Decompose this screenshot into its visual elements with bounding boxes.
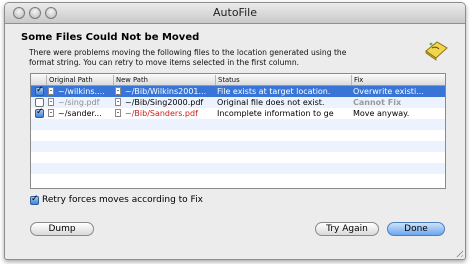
column-header-status[interactable]: Status [215,75,351,85]
resize-grip-icon[interactable] [454,248,463,257]
document-icon [48,87,54,95]
document-icon [115,87,121,95]
new-path-cell: ~/Bib/Sanders.pdf [113,108,215,119]
retry-forces-checkbox[interactable] [30,194,39,205]
table-row[interactable]: ~/sing.pdf ~/Bib/Sing2000.pdf Original f… [31,97,445,108]
dialog-heading: Some Files Could Not be Moved [21,32,200,43]
table-row[interactable]: ~/sander... ~/Bib/Sanders.pdf Incomplete… [31,107,445,119]
original-path-cell: ~/sing.pdf [46,97,113,108]
new-path-cell: ~/Bib/Wilkins2001... [113,86,215,97]
status-cell: Incomplete information to ge [217,109,334,118]
column-header-original-path[interactable]: Original Path [46,75,113,85]
dump-button[interactable]: Dump [30,222,94,236]
table-header: Original Path New Path Status Fix [31,74,445,86]
document-icon [48,109,54,117]
column-header-new-path[interactable]: New Path [113,75,215,85]
row-retry-checkbox[interactable] [35,107,44,118]
fix-cell: Cannot Fix [353,98,402,107]
title-bar: AutoFile [5,3,465,24]
dialog-description-line2: format string. You can retry to move ite… [29,58,300,67]
row-retry-checkbox[interactable] [35,98,44,107]
autofile-window: AutoFile Some Files Could Not be Moved T… [4,2,466,260]
empty-table-row [31,174,445,185]
autofile-app-icon [425,41,448,61]
new-path-cell: ~/Bib/Sing2000.pdf [113,97,215,108]
status-cell: Original file does not exist. [217,98,325,107]
files-table[interactable]: Original Path New Path Status Fix ~/wilk… [30,73,446,189]
empty-table-row [31,163,445,174]
column-header-fix[interactable]: Fix [351,75,445,85]
dialog-description-line1: There were problems moving the following… [29,48,347,57]
status-cell: File exists at target location. [217,87,331,96]
table-row[interactable]: ~/wilkins.... ~/Bib/Wilkins2001... File … [31,85,445,97]
window-title: AutoFile [213,6,257,19]
document-icon [115,98,121,106]
retry-forces-label[interactable]: Retry forces moves according to Fix [42,195,203,205]
empty-table-row [31,152,445,163]
empty-table-row [31,119,445,130]
original-path-cell: ~/wilkins.... [46,86,113,97]
try-again-button[interactable]: Try Again [315,222,379,236]
fix-cell[interactable]: Move anyway. [351,108,445,119]
fix-cell[interactable]: Overwrite existi... [351,86,445,97]
document-icon [48,98,54,106]
empty-table-row [31,141,445,152]
row-retry-checkbox[interactable] [35,85,44,96]
document-icon [115,109,121,117]
column-header-checkbox[interactable] [31,75,46,85]
done-button[interactable]: Done [387,222,445,236]
empty-table-row [31,130,445,141]
original-path-cell: ~/sander... [46,108,113,119]
